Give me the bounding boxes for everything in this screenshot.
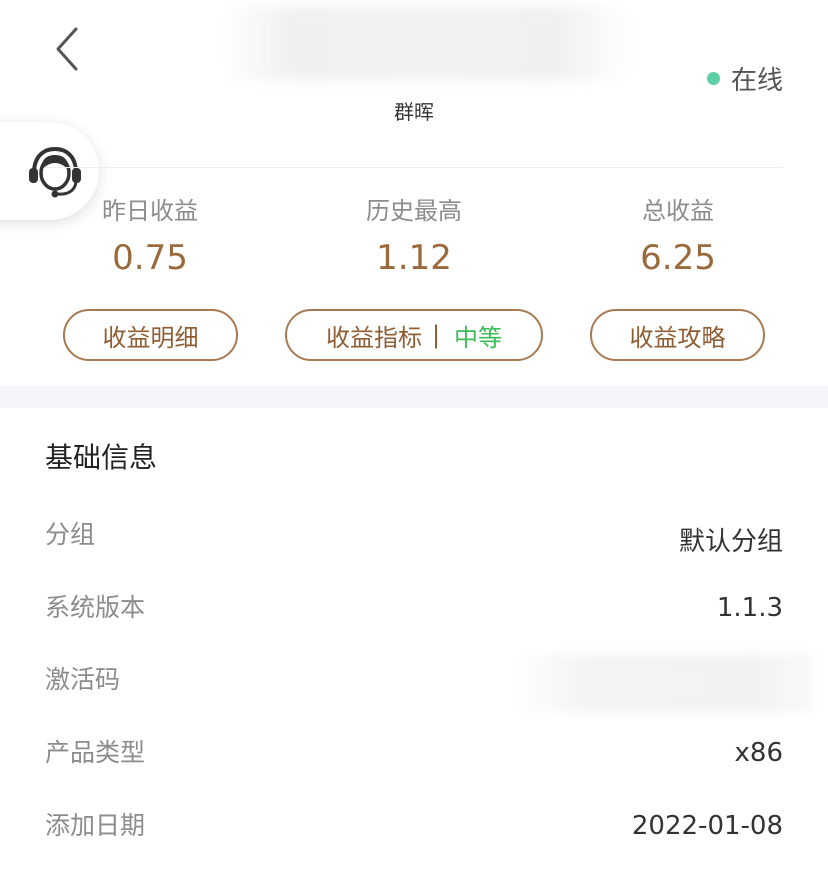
info-label: 产品类型 [45,738,146,767]
earnings-detail-label: 收益明细 [102,323,199,352]
info-value: 2022-01-08 [631,811,783,841]
info-label: 系统版本 [45,593,146,622]
info-label: 分组 [45,520,96,549]
info-value: 1.1.3 [716,593,783,623]
earnings-guide-button[interactable]: 收益攻略 [590,309,765,361]
stat-history-high: 历史最高 1.12 [304,194,524,278]
device-name: 群晖 [394,100,434,124]
indicator-level: 中等 [454,323,503,352]
stat-value: 1.12 [376,238,452,278]
status-label: 在线 [730,66,783,96]
status-dot-icon [706,72,720,85]
earnings-detail-button[interactable]: 收益明细 [63,309,238,361]
back-button[interactable] [48,24,88,74]
status-indicator: 在线 [706,60,783,97]
info-label: 添加日期 [45,811,146,840]
info-value: x86 [734,738,783,768]
info-row-group: 分组 默认分组 [45,515,783,557]
earnings-guide-label: 收益攻略 [629,323,726,352]
stat-label: 总收益 [642,197,714,225]
stat-total: 总收益 6.25 [568,194,788,278]
indicator-separator: | [431,321,441,349]
blurred-activation-code [513,654,813,712]
stat-yesterday: 昨日收益 0.75 [40,194,260,278]
stat-value: 0.75 [112,238,188,278]
info-row-activation-code: 激活码 [45,654,813,712]
header-divider [45,167,783,168]
info-row-product-type: 产品类型 x86 [45,733,783,773]
info-row-system-version: 系统版本 1.1.3 [45,588,783,628]
stat-label: 昨日收益 [102,197,198,225]
info-value: 默认分组 [678,527,783,557]
device-header: 群晖 在线 昨日收益 0.75 历史最高 1.12 总收益 6.25 收益明细 … [0,0,828,386]
earnings-indicator-button[interactable]: 收益指标 | 中等 [285,309,543,361]
section-gap [0,386,828,408]
earnings-indicator-label: 收益指标 [325,323,422,352]
stat-label: 历史最高 [366,197,462,225]
info-row-added-date: 添加日期 2022-01-08 [45,806,783,846]
basic-info-section: 基础信息 分组 默认分组 系统版本 1.1.3 激活码 产品类型 x86 添加日… [0,408,828,877]
chevron-left-icon[interactable] [48,24,88,74]
section-title: 基础信息 [45,441,158,474]
stat-value: 6.25 [640,238,716,278]
customer-service-headset-icon[interactable] [25,141,85,201]
info-label: 激活码 [45,665,121,694]
blurred-device-title [220,6,630,80]
